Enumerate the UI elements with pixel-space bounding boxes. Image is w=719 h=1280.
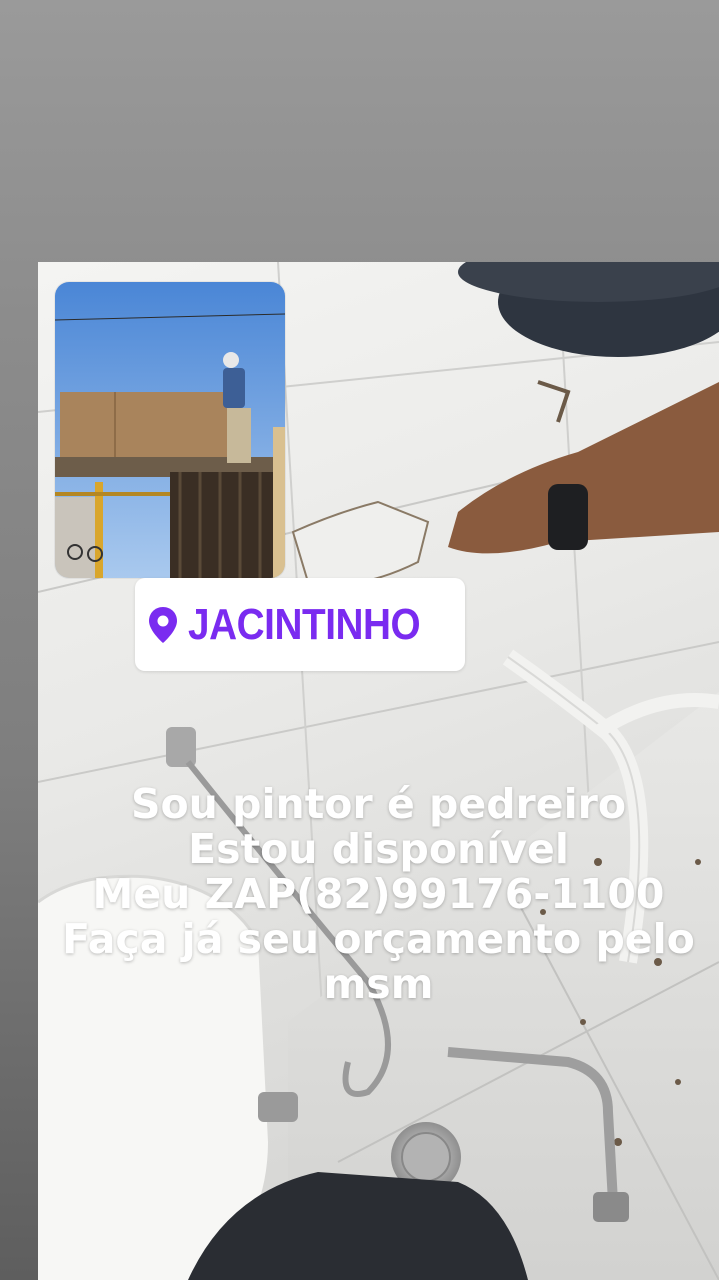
worker-scene-image [55,282,285,578]
story-screen: { "location_sticker": { "icon": "locatio… [0,0,719,1280]
caption-line: msm [323,960,434,1008]
caption-line: Sou pintor é pedreiro [130,780,627,828]
story-caption: Sou pintor é pedreiro Estou disponível M… [38,782,719,1007]
caption-line: Faça já seu orçamento pelo [62,915,695,963]
story-card: JACINTINHO Sou pintor é pedreiro Estou d… [38,262,719,1280]
location-label: JACINTINHO [188,599,421,649]
caption-line: Meu ZAP(82)99176-1100 [92,870,665,918]
inset-worker-photo [55,282,285,578]
location-pin-icon [148,606,178,644]
location-sticker[interactable]: JACINTINHO [135,578,465,671]
caption-line: Estou disponível [188,825,569,873]
